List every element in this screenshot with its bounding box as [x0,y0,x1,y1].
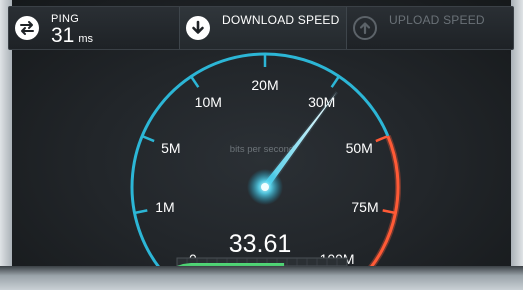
gauge-tick [135,209,148,214]
gauge-tick [382,209,395,214]
gauge-tick-label: 5M [161,140,180,156]
units-caption: bits per second [230,144,294,155]
gauge-tick [142,135,155,143]
speedtest-app: PING 31 ms DOWNLOAD SPEED UPLOAD SPEED 1… [0,0,523,290]
gauge-tick-label: 50M [346,140,373,156]
gauge-tick [330,76,340,88]
gauge-tick [375,135,388,143]
gauge-tick-label: 10M [195,94,222,110]
gauge-tick [190,76,200,88]
gauge-tick-label: 75M [351,199,378,215]
speed-reading: 33.61 [229,230,292,258]
speed-gauge: 01M5M10M20M30M50M75M100M bits per second… [130,52,401,284]
bottom-panel [0,266,523,290]
needle-hub [261,183,269,191]
gauge-tick-label: 1M [155,199,174,215]
gauge-tick-label: 20M [251,77,278,93]
